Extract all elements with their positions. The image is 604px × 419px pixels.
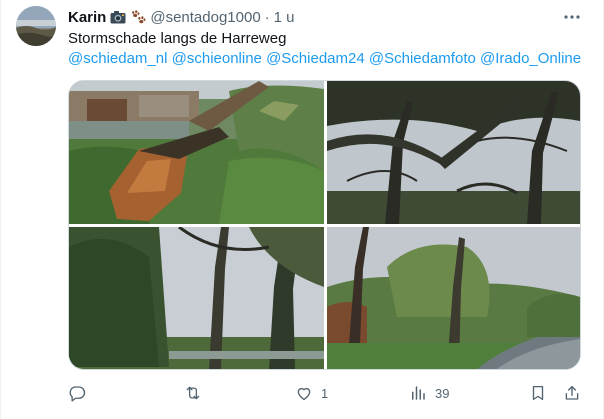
photo-trees-footpath[interactable] bbox=[69, 227, 324, 369]
tweet-text: Stormschade langs de Harreweg bbox=[68, 30, 287, 47]
share-button[interactable] bbox=[563, 380, 581, 406]
like-count: 1 bbox=[321, 385, 329, 401]
bookmark-button[interactable] bbox=[529, 380, 547, 406]
avatar[interactable] bbox=[16, 6, 56, 46]
mention-link[interactable]: @Schiedam24 bbox=[266, 50, 365, 67]
like-button[interactable]: 1 bbox=[295, 380, 328, 406]
timeline-border-left bbox=[0, 0, 1, 419]
share-icon bbox=[565, 385, 579, 400]
reply-icon bbox=[69, 386, 86, 402]
mention-link[interactable]: @schiedam_nl bbox=[68, 50, 167, 67]
timestamp[interactable]: 1 u bbox=[274, 9, 295, 26]
more-dots-icon bbox=[564, 15, 580, 19]
retweet-icon bbox=[186, 386, 200, 400]
heart-icon bbox=[297, 387, 311, 401]
bookmark-icon bbox=[532, 385, 544, 401]
media-grid bbox=[68, 80, 581, 370]
separator-dot: · bbox=[264, 8, 270, 26]
photo-flooded-path[interactable] bbox=[327, 227, 580, 369]
camera-icon bbox=[110, 10, 126, 24]
mention-link[interactable]: @Schiedamfoto bbox=[369, 50, 476, 67]
tweet-actions: 1 39 bbox=[68, 380, 581, 406]
views-count: 39 bbox=[435, 385, 450, 401]
paw-prints-icon bbox=[130, 9, 146, 25]
mention-link[interactable]: @Irado_Online bbox=[480, 50, 581, 67]
author-name[interactable]: Karin bbox=[68, 9, 106, 26]
tweet-header: Karin @sentadog1000 · 1 u bbox=[68, 8, 295, 26]
retweet-button[interactable] bbox=[184, 380, 210, 406]
photo-bare-trees-sky[interactable] bbox=[327, 81, 580, 224]
photo-uprooted-tree[interactable] bbox=[69, 81, 324, 224]
tweet-mentions: @schiedam_nl @schieonline @Schiedam24 @S… bbox=[68, 49, 581, 69]
mention-link[interactable]: @schieonline bbox=[172, 50, 262, 67]
views-chart-icon bbox=[412, 386, 425, 400]
views-button[interactable]: 39 bbox=[409, 380, 449, 406]
author-handle[interactable]: @sentadog1000 bbox=[150, 9, 260, 26]
reply-button[interactable] bbox=[68, 380, 94, 406]
more-options-button[interactable] bbox=[562, 8, 582, 26]
